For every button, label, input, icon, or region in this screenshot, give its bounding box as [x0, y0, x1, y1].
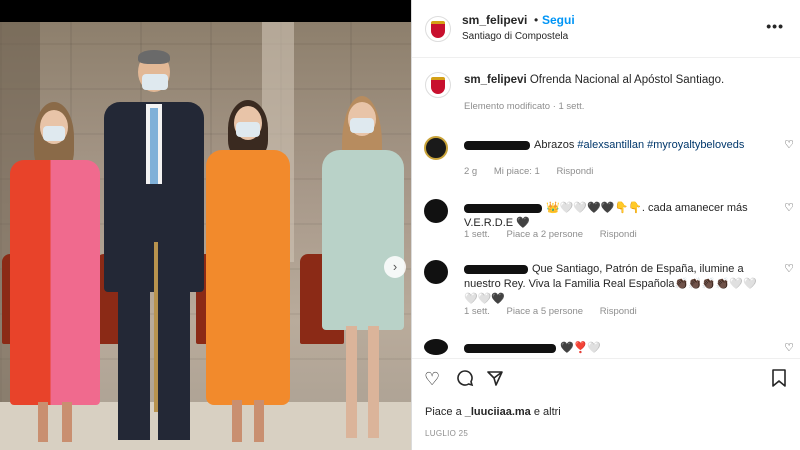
comment-likes[interactable]: Mi piace: 1: [494, 166, 540, 177]
likes-summary[interactable]: Piace a _luuciiaa.ma e altri: [425, 406, 561, 418]
commenter-name-redacted[interactable]: [464, 140, 530, 150]
like-comment-heart-icon[interactable]: ♡: [784, 262, 794, 275]
likes-user[interactable]: _luuciiaa.ma: [465, 406, 531, 418]
comment-text: 👑🤍🤍🖤🖤👇👇. cada amanecer más V.E.R.D.E 🖤: [464, 201, 764, 231]
post-location[interactable]: Santiago di Compostela: [462, 31, 568, 42]
heart-icon[interactable]: ♡: [424, 369, 440, 390]
caption-text: Ofrenda Nacional al Apóstol Santiago.: [529, 74, 725, 86]
comment-meta: 1 sett. Piace a 5 persone Rispondi: [464, 306, 651, 317]
share-icon[interactable]: [486, 369, 504, 392]
chevron-right-icon: ›: [392, 259, 398, 274]
bookmark-icon[interactable]: [771, 369, 787, 392]
commenter-avatar[interactable]: [424, 339, 448, 355]
post-date[interactable]: LUGLIO 25: [425, 429, 468, 438]
comment-body: Abrazos: [534, 139, 578, 151]
comment-time: 2 g: [464, 166, 478, 177]
comment-hashtags[interactable]: #alexsantillan #myroyaltybeloveds: [577, 139, 744, 151]
comment-meta: 2 g Mi piace: 1 Rispondi: [464, 166, 607, 177]
like-comment-heart-icon[interactable]: ♡: [784, 341, 794, 354]
comment-time: 1 sett.: [464, 229, 490, 240]
likes-suffix[interactable]: e altri: [531, 406, 561, 418]
caption-meta: Elemento modificato · 1 sett.: [464, 101, 585, 112]
author-avatar[interactable]: [425, 16, 451, 42]
comment-time: 1 sett.: [464, 306, 490, 317]
like-comment-heart-icon[interactable]: ♡: [784, 138, 794, 151]
commenter-avatar[interactable]: [424, 260, 448, 284]
reply-button[interactable]: Rispondi: [600, 306, 637, 317]
photo-person-1: [10, 102, 100, 442]
caption-username[interactable]: sm_felipevi: [464, 74, 527, 86]
comment-text: Abrazos #alexsantillan #myroyaltybeloved…: [464, 138, 764, 153]
post-details-panel: sm_felipevi • Segui Santiago di Composte…: [411, 0, 800, 450]
commenter-name-redacted[interactable]: [464, 203, 542, 213]
caption: sm_felipevi Ofrenda Nacional al Apóstol …: [464, 74, 724, 86]
comment-body: 🖤❣️🤍: [560, 342, 602, 354]
more-options-button[interactable]: •••: [766, 18, 784, 34]
comment-text: Que Santiago, Patrón de España, ilumine …: [464, 262, 764, 307]
post-header: sm_felipevi • Segui Santiago di Composte…: [412, 0, 800, 58]
caption-avatar[interactable]: [425, 72, 451, 98]
next-photo-button[interactable]: ›: [384, 256, 406, 278]
post-actions-bar: ♡ Piace a _luuciiaa.ma e altri LUGLIO 25: [412, 358, 800, 450]
photo-person-2: [104, 50, 204, 450]
like-comment-heart-icon[interactable]: ♡: [784, 201, 794, 214]
reply-button[interactable]: Rispondi: [600, 229, 637, 240]
commenter-name-redacted[interactable]: [464, 343, 556, 353]
comment-icon[interactable]: [456, 369, 474, 392]
royal-crest-icon: [431, 20, 445, 38]
comment-likes[interactable]: Piace a 2 persone: [507, 229, 584, 240]
comment-text: 🖤❣️🤍: [464, 341, 764, 356]
commenter-name-redacted[interactable]: [464, 264, 528, 274]
post-photo[interactable]: ›: [0, 22, 411, 450]
follow-button[interactable]: Segui: [542, 13, 575, 27]
commenter-avatar[interactable]: [424, 199, 448, 223]
photo-person-3: [206, 100, 290, 445]
comment-meta: 1 sett. Piace a 2 persone Rispondi: [464, 229, 651, 240]
comment-likes[interactable]: Piace a 5 persone: [507, 306, 584, 317]
author-username[interactable]: sm_felipevi: [462, 13, 527, 27]
commenter-avatar[interactable]: [424, 136, 448, 160]
separator-dot: •: [534, 13, 539, 27]
royal-crest-icon: [431, 76, 445, 94]
likes-prefix: Piace a: [425, 406, 465, 418]
reply-button[interactable]: Rispondi: [556, 166, 593, 177]
